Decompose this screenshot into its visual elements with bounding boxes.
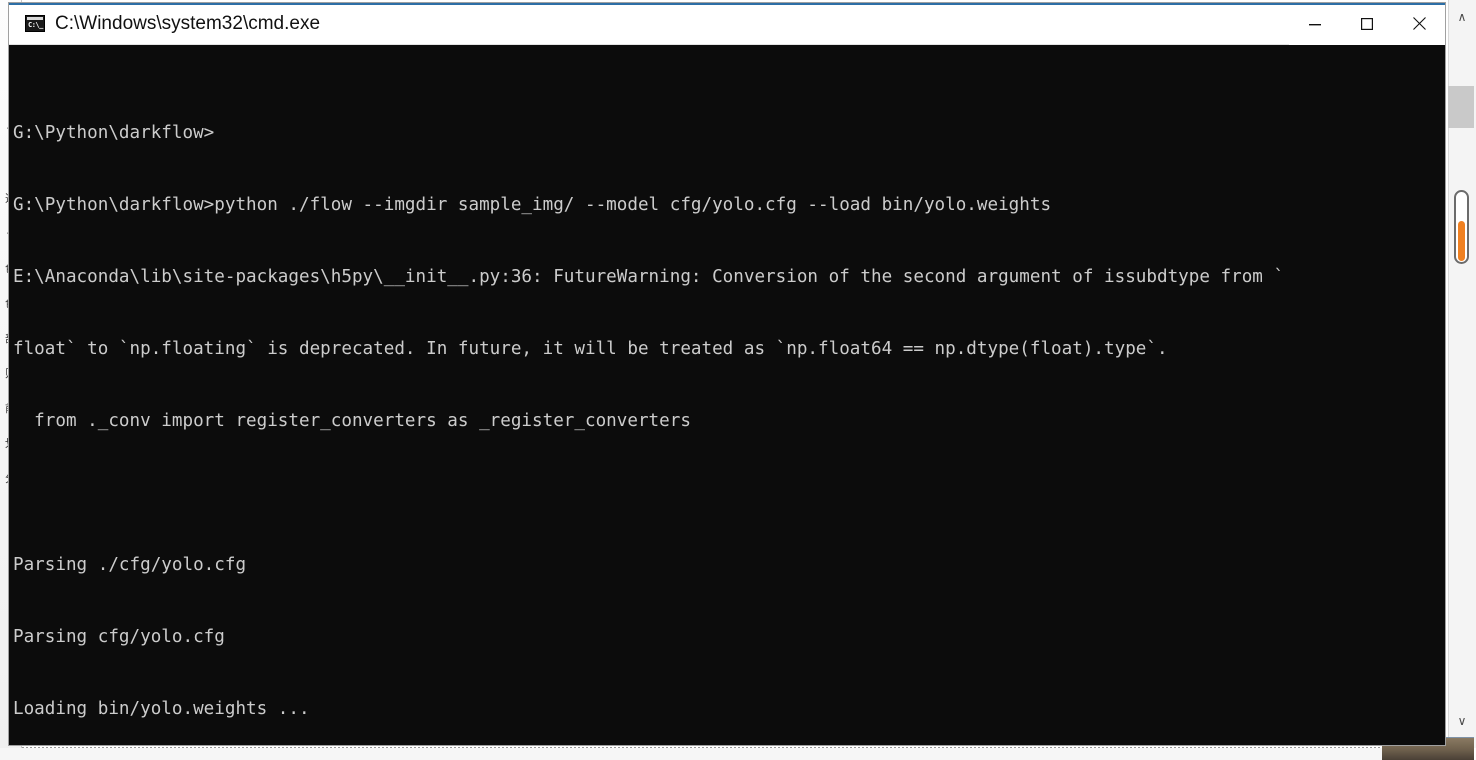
maximize-icon bbox=[1361, 17, 1373, 30]
console-line: G:\Python\darkflow>python ./flow --imgdi… bbox=[13, 195, 1052, 215]
window-title: C:\Windows\system32\cmd.exe bbox=[55, 12, 321, 34]
console-line: G:\Python\darkflow> bbox=[13, 123, 215, 143]
screen: » ─ ↳ 选 ─ 色 色 部 则 前 划 分 ∧ ∨ bbox=[0, 0, 1476, 760]
thermometer-icon bbox=[1454, 190, 1469, 264]
console-output[interactable]: G:\Python\darkflow> G:\Python\darkflow>p… bbox=[9, 45, 1445, 745]
console-line: from ._conv import register_converters a… bbox=[13, 411, 691, 431]
cmd-window: C:\_ C:\Windows\system32\cmd.exe G:\Pyth… bbox=[8, 2, 1446, 746]
console-line: E:\Anaconda\lib\site-packages\h5py\__ini… bbox=[13, 267, 1285, 287]
window-controls bbox=[1289, 2, 1445, 45]
minimize-icon bbox=[1309, 23, 1321, 25]
cmd-icon: C:\_ bbox=[25, 15, 45, 32]
console-line: Parsing cfg/yolo.cfg bbox=[13, 627, 225, 647]
chevron-down-icon[interactable]: ∨ bbox=[1452, 712, 1472, 730]
thermometer-fill bbox=[1458, 221, 1465, 261]
background-scrollbar-thumb[interactable] bbox=[1448, 86, 1474, 128]
close-button[interactable] bbox=[1393, 2, 1445, 45]
background-right-panel: ∧ ∨ bbox=[1448, 0, 1476, 748]
close-icon bbox=[1412, 17, 1426, 30]
titlebar-accent bbox=[9, 3, 1445, 5]
minimize-button[interactable] bbox=[1289, 2, 1341, 45]
maximize-button[interactable] bbox=[1341, 2, 1393, 45]
background-bottom-strip bbox=[0, 748, 1412, 760]
console-line: float` to `np.floating` is deprecated. I… bbox=[13, 339, 1168, 359]
titlebar[interactable]: C:\_ C:\Windows\system32\cmd.exe bbox=[9, 2, 1445, 45]
background-dotted-divider bbox=[22, 747, 1412, 748]
chevron-up-icon[interactable]: ∧ bbox=[1452, 8, 1472, 26]
console-line: Loading bin/yolo.weights ... bbox=[13, 699, 310, 719]
cmd-icon-label: C:\_ bbox=[28, 21, 43, 29]
console-line: Parsing ./cfg/yolo.cfg bbox=[13, 555, 247, 575]
